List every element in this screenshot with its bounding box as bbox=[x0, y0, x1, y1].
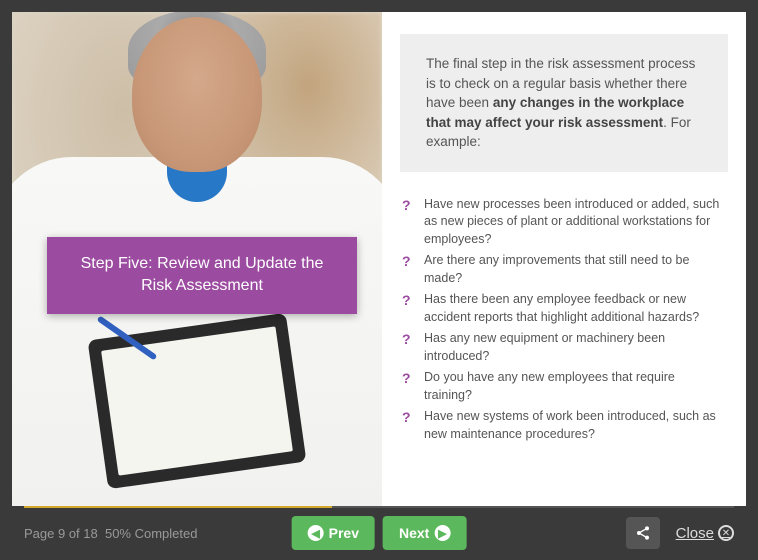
question-mark-icon: ? bbox=[402, 291, 416, 311]
footer-bar: Page 9 of 18 50% Completed ◀ Prev Next ▶… bbox=[12, 506, 746, 560]
right-text-panel: The final step in the risk assessment pr… bbox=[382, 12, 746, 506]
question-text: Has there been any employee feedback or … bbox=[424, 291, 726, 326]
list-item: ? Are there any improvements that still … bbox=[402, 252, 726, 287]
arrow-right-icon: ▶ bbox=[434, 525, 450, 541]
question-text: Have new systems of work been introduced… bbox=[424, 408, 726, 443]
completion-percent: 50% Completed bbox=[105, 526, 198, 541]
list-item: ? Has there been any employee feedback o… bbox=[402, 291, 726, 326]
question-text: Do you have any new employees that requi… bbox=[424, 369, 726, 404]
question-text: Have new processes been introduced or ad… bbox=[424, 196, 726, 249]
list-item: ? Do you have any new employees that req… bbox=[402, 369, 726, 404]
prev-label: Prev bbox=[329, 525, 359, 541]
intro-box: The final step in the risk assessment pr… bbox=[400, 34, 728, 172]
question-mark-icon: ? bbox=[402, 330, 416, 350]
question-text: Are there any improvements that still ne… bbox=[424, 252, 726, 287]
question-mark-icon: ? bbox=[402, 369, 416, 389]
prev-button[interactable]: ◀ Prev bbox=[292, 516, 375, 550]
question-text: Has any new equipment or machinery been … bbox=[424, 330, 726, 365]
close-icon: ✕ bbox=[718, 525, 734, 541]
slide-content: Step Five: Review and Update the Risk As… bbox=[12, 12, 746, 506]
left-image-panel: Step Five: Review and Update the Risk As… bbox=[12, 12, 382, 506]
page-info: Page 9 of 18 50% Completed bbox=[24, 526, 197, 541]
next-button[interactable]: Next ▶ bbox=[383, 516, 466, 550]
list-item: ? Has any new equipment or machinery bee… bbox=[402, 330, 726, 365]
list-item: ? Have new systems of work been introduc… bbox=[402, 408, 726, 443]
close-button[interactable]: Close ✕ bbox=[676, 525, 734, 542]
share-button[interactable] bbox=[626, 517, 660, 549]
share-icon bbox=[635, 525, 651, 541]
questions-list: ? Have new processes been introduced or … bbox=[400, 196, 728, 448]
progress-fill bbox=[24, 506, 332, 508]
slide-title: Step Five: Review and Update the Risk As… bbox=[81, 255, 324, 294]
question-mark-icon: ? bbox=[402, 408, 416, 428]
arrow-left-icon: ◀ bbox=[308, 525, 324, 541]
list-item: ? Have new processes been introduced or … bbox=[402, 196, 726, 249]
close-label: Close bbox=[676, 525, 714, 542]
question-mark-icon: ? bbox=[402, 196, 416, 216]
question-mark-icon: ? bbox=[402, 252, 416, 272]
page-counter: Page 9 of 18 bbox=[24, 526, 98, 541]
next-label: Next bbox=[399, 525, 429, 541]
slide-title-banner: Step Five: Review and Update the Risk As… bbox=[47, 237, 357, 314]
